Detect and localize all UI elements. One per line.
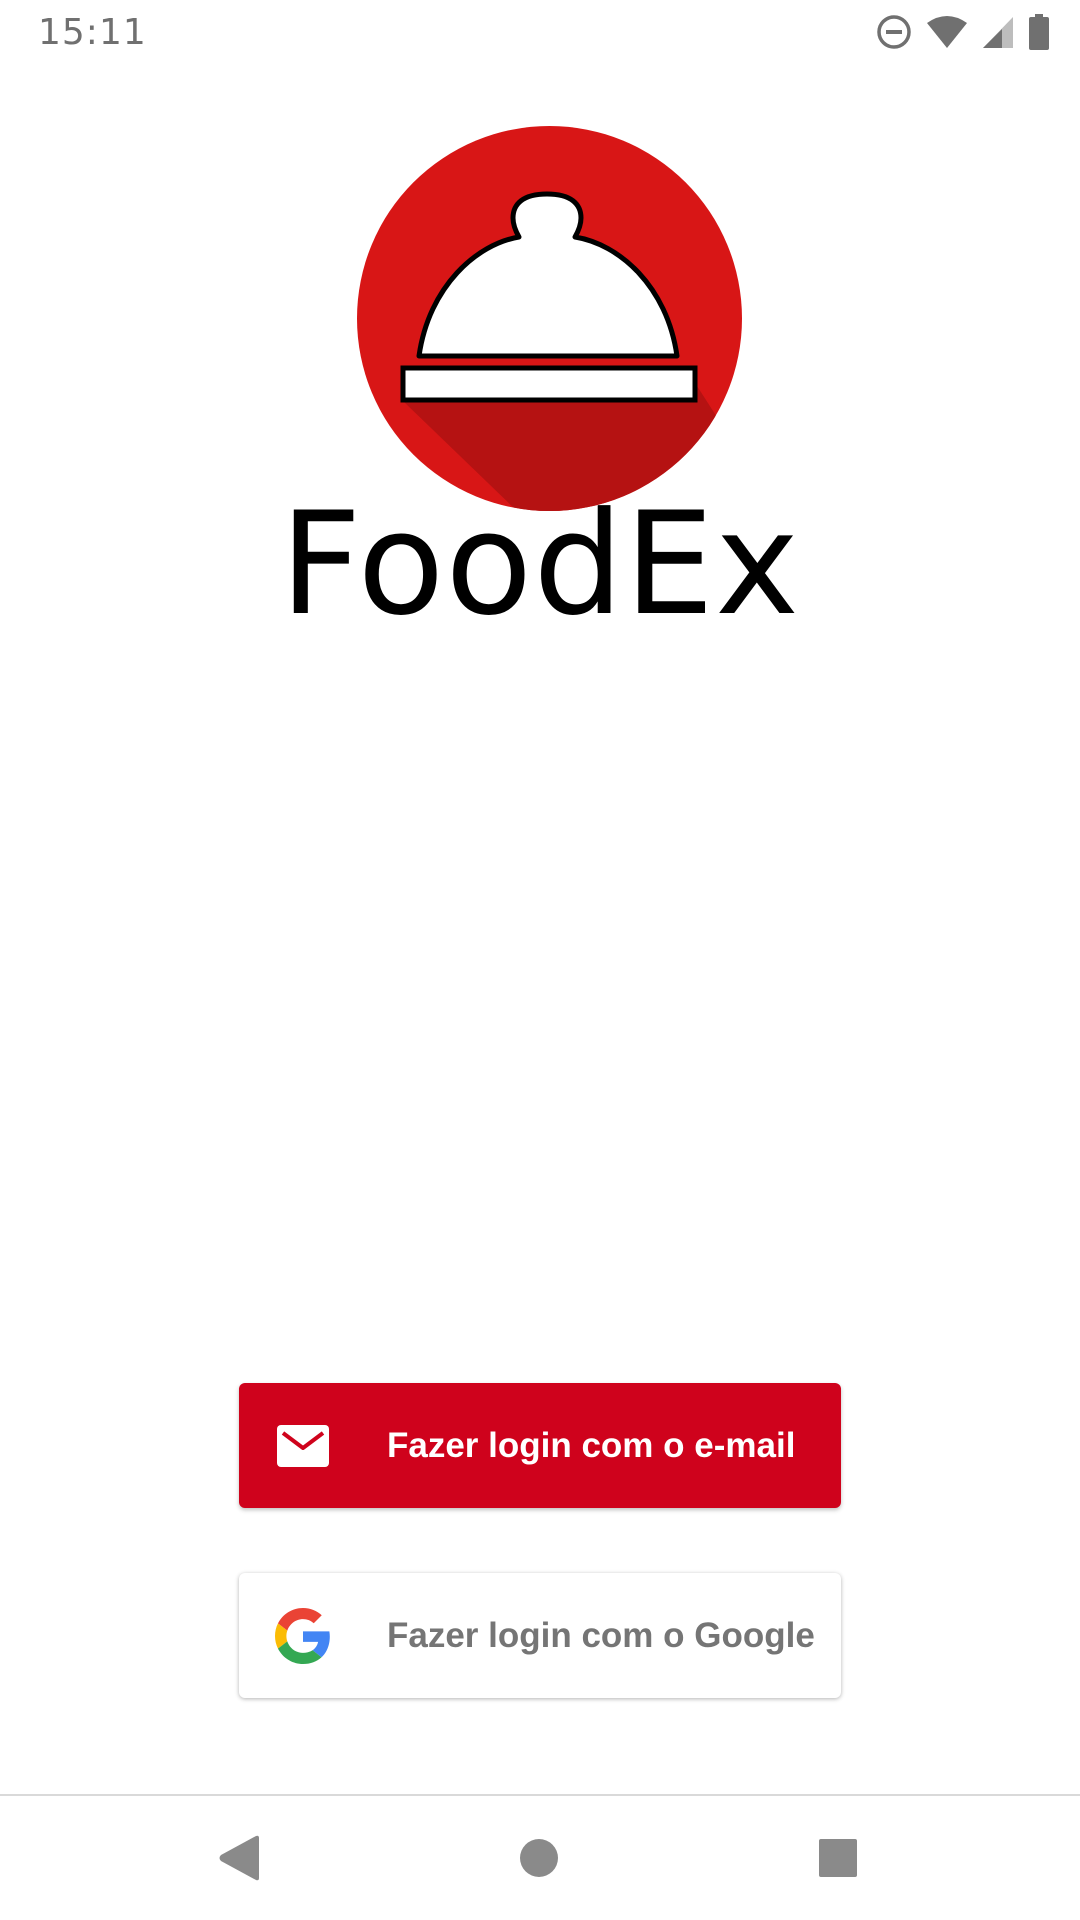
wifi-icon bbox=[926, 15, 968, 49]
back-icon[interactable] bbox=[179, 1796, 299, 1920]
status-bar: 15:11 bbox=[0, 0, 1080, 64]
login-google-button[interactable]: Fazer login com o Google bbox=[239, 1573, 841, 1698]
food-cloche-icon bbox=[357, 126, 742, 511]
login-google-label: Fazer login com o Google bbox=[387, 1615, 815, 1655]
login-screen: 15:11 FoodEx Fazer login com o e-mail Fa… bbox=[0, 0, 1080, 1920]
google-icon bbox=[275, 1607, 331, 1664]
nav-bar bbox=[0, 1796, 1080, 1920]
login-email-label: Fazer login com o e-mail bbox=[387, 1425, 796, 1465]
status-icons bbox=[876, 12, 1050, 52]
login-email-button[interactable]: Fazer login com o e-mail bbox=[239, 1383, 841, 1508]
mail-icon bbox=[275, 1418, 331, 1474]
battery-icon bbox=[1028, 14, 1050, 50]
home-icon[interactable] bbox=[479, 1796, 599, 1920]
cell-signal-icon bbox=[982, 15, 1014, 49]
do-not-disturb-icon bbox=[876, 14, 912, 50]
app-name: FoodEx bbox=[279, 482, 801, 647]
recents-icon[interactable] bbox=[778, 1796, 898, 1920]
status-time: 15:11 bbox=[38, 12, 147, 53]
